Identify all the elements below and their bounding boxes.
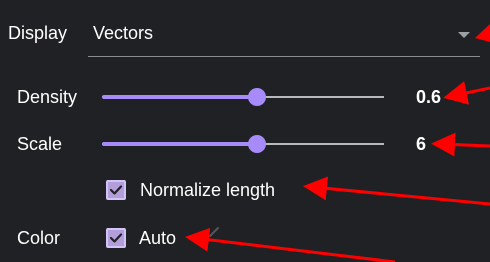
checkmark-icon [109, 233, 123, 243]
color-swatch-icon [209, 227, 219, 237]
color-auto-label[interactable]: Auto [139, 227, 176, 249]
annotation-arrow [431, 132, 490, 157]
display-label: Display [8, 23, 68, 43]
normalize-length-checkbox[interactable] [106, 180, 126, 200]
density-slider-fill [102, 95, 258, 99]
scale-slider[interactable] [102, 134, 384, 154]
scale-label: Scale [17, 134, 63, 154]
scale-value: 6 [416, 134, 427, 154]
density-slider[interactable] [102, 87, 384, 107]
chevron-down-icon [458, 32, 470, 38]
density-value: 0.6 [416, 87, 442, 107]
annotation-arrow [443, 81, 490, 105]
color-label: Color [17, 228, 61, 248]
vector-display-settings-panel: Display Vectors Density 0.6 Scale 6 Norm… [0, 0, 490, 262]
scale-slider-thumb[interactable] [248, 135, 267, 153]
density-label: Density [17, 87, 78, 107]
color-auto-checkbox[interactable] [106, 228, 126, 248]
checkmark-icon [109, 185, 123, 195]
display-dropdown[interactable]: Vectors [88, 12, 480, 57]
scale-slider-fill [102, 142, 258, 146]
annotation-arrow [303, 176, 490, 206]
display-selected-value: Vectors [93, 23, 154, 43]
normalize-length-label[interactable]: Normalize length [140, 179, 275, 201]
density-slider-thumb[interactable] [248, 88, 267, 106]
annotation-arrow [185, 227, 396, 262]
